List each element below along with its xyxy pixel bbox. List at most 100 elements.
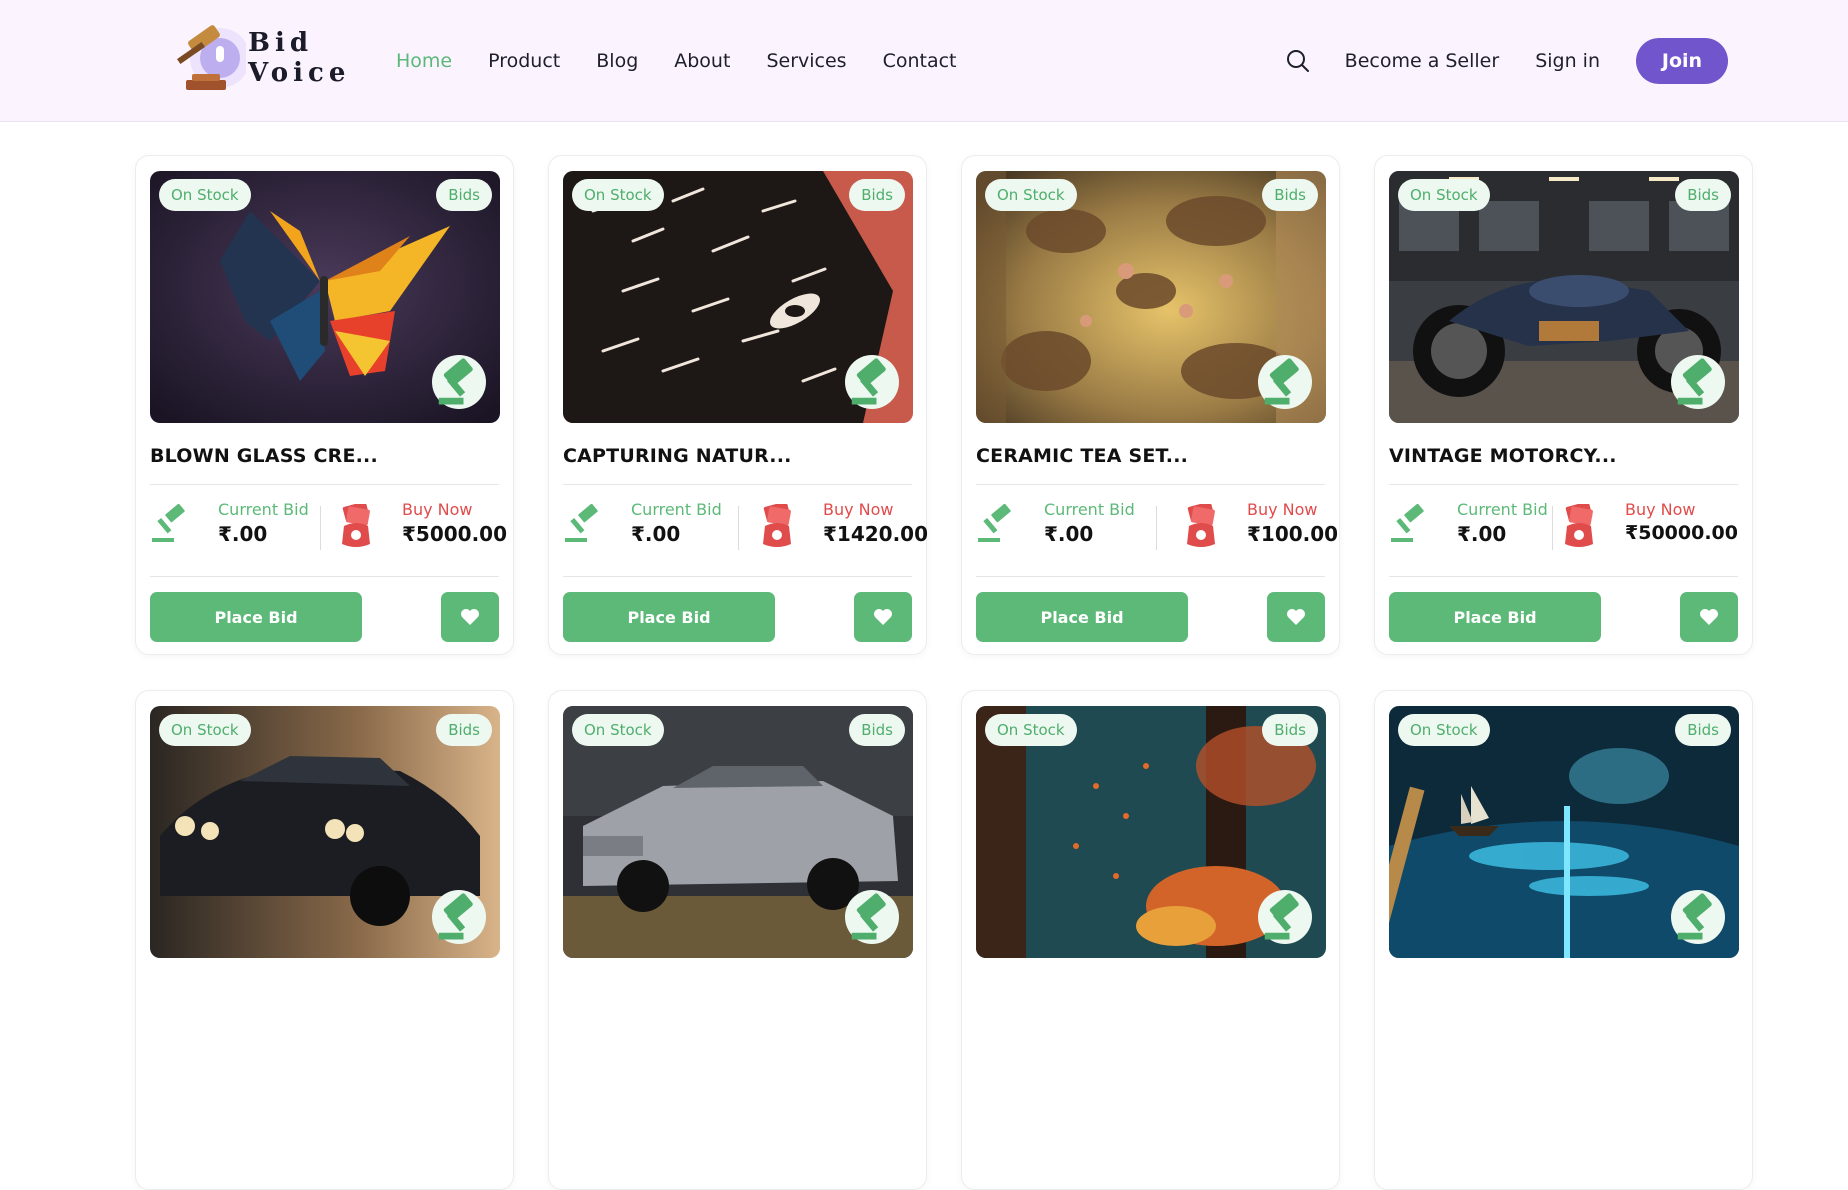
header-actions: Become a Seller Sign in Join: [1285, 0, 1848, 122]
price-separator: [1156, 506, 1157, 550]
wishlist-button[interactable]: [441, 592, 499, 642]
gavel-icon: [978, 504, 1011, 542]
buy-now-label: Buy Now: [823, 500, 894, 519]
place-bid-button[interactable]: Place Bid: [563, 592, 775, 642]
divider: [563, 484, 912, 485]
bids-badge: Bids: [1262, 179, 1318, 211]
buy-now-value: ₹1420.00: [823, 522, 929, 546]
logo-text-bottom: Voice: [248, 58, 351, 88]
on-stock-badge: On Stock: [572, 714, 664, 746]
quick-bid-button[interactable]: [1258, 890, 1312, 944]
product-title[interactable]: BLOWN GLASS CRE...: [150, 445, 378, 467]
divider: [1389, 484, 1738, 485]
bids-badge: Bids: [849, 714, 905, 746]
price-row: Current Bid ₹.00 Buy Now ₹100.00: [976, 500, 1338, 558]
product-image[interactable]: On Stock Bids: [150, 171, 500, 423]
site-header: Bid Voice Home Product Blog About Servic…: [0, 0, 1848, 122]
product-image[interactable]: On Stock Bids: [976, 171, 1326, 423]
buy-now-value: ₹5000.00: [402, 522, 508, 546]
product-card[interactable]: On Stock Bids CERAMIC TEA SET... Current…: [961, 155, 1340, 655]
heart-icon: [461, 609, 479, 625]
logo-text-top: Bid: [248, 28, 314, 58]
current-bid-value: ₹.00: [218, 522, 268, 546]
product-card[interactable]: On Stock Bids: [135, 690, 514, 1190]
heart-icon: [1287, 609, 1305, 625]
current-bid-value: ₹.00: [631, 522, 681, 546]
on-stock-badge: On Stock: [985, 714, 1077, 746]
quick-bid-button[interactable]: [845, 890, 899, 944]
product-card[interactable]: On Stock Bids CAPTURING NATUR... Current…: [548, 155, 928, 655]
bids-badge: Bids: [849, 179, 905, 211]
nav-product[interactable]: Product: [488, 50, 560, 72]
wishlist-button[interactable]: [1267, 592, 1325, 642]
nav-contact[interactable]: Contact: [883, 50, 957, 72]
product-card[interactable]: On Stock Bids: [548, 690, 927, 1190]
bids-badge: Bids: [436, 179, 492, 211]
current-bid-label: Current Bid: [631, 500, 722, 519]
nav-services[interactable]: Services: [766, 50, 846, 72]
price-row: Current Bid ₹.00 Buy Now ₹1420.00: [563, 500, 928, 558]
main-nav: Home Product Blog About Services Contact: [396, 0, 992, 122]
product-card[interactable]: On Stock Bids VINTAGE MOTORCY... Current…: [1374, 155, 1753, 655]
become-seller-link[interactable]: Become a Seller: [1345, 50, 1500, 72]
wishlist-button[interactable]: [1680, 592, 1738, 642]
product-image[interactable]: On Stock Bids: [150, 706, 500, 958]
money-bag-icon: [1187, 504, 1215, 547]
quick-bid-button[interactable]: [845, 355, 899, 409]
on-stock-badge: On Stock: [1398, 714, 1490, 746]
bids-badge: Bids: [436, 714, 492, 746]
gavel-icon: [1677, 893, 1712, 940]
wishlist-button[interactable]: [854, 592, 912, 642]
bids-badge: Bids: [1675, 179, 1731, 211]
gavel-icon: [1264, 893, 1299, 940]
buy-now-label: Buy Now: [1625, 500, 1696, 519]
product-image[interactable]: On Stock Bids: [563, 171, 913, 423]
divider: [976, 576, 1325, 577]
quick-bid-button[interactable]: [432, 890, 486, 944]
search-icon[interactable]: [1285, 48, 1311, 74]
buy-now-value: ₹50000.00: [1625, 522, 1738, 544]
sign-in-link[interactable]: Sign in: [1535, 50, 1600, 72]
place-bid-button[interactable]: Place Bid: [150, 592, 362, 642]
on-stock-badge: On Stock: [1398, 179, 1490, 211]
quick-bid-button[interactable]: [1671, 890, 1725, 944]
product-card[interactable]: On Stock Bids: [1374, 690, 1753, 1190]
money-bag-icon: [1565, 504, 1593, 547]
join-button[interactable]: Join: [1636, 38, 1728, 84]
gavel-icon: [152, 504, 185, 542]
product-title[interactable]: CAPTURING NATUR...: [563, 445, 792, 467]
product-card[interactable]: On Stock Bids: [961, 690, 1340, 1190]
quick-bid-button[interactable]: [1671, 355, 1725, 409]
heart-icon: [1700, 609, 1718, 625]
place-bid-button[interactable]: Place Bid: [1389, 592, 1601, 642]
place-bid-button[interactable]: Place Bid: [976, 592, 1188, 642]
nav-blog[interactable]: Blog: [596, 50, 638, 72]
product-image[interactable]: On Stock Bids: [1389, 706, 1739, 958]
gavel-icon: [438, 358, 473, 405]
current-bid-label: Current Bid: [218, 500, 309, 519]
product-image[interactable]: On Stock Bids: [563, 706, 913, 958]
quick-bid-button[interactable]: [432, 355, 486, 409]
site-logo[interactable]: Bid Voice: [166, 24, 345, 98]
divider: [150, 484, 499, 485]
price-separator: [1552, 506, 1553, 550]
on-stock-badge: On Stock: [985, 179, 1077, 211]
divider: [976, 484, 1325, 485]
product-card[interactable]: On Stock Bids BLOWN GLASS CRE... Current…: [135, 155, 514, 655]
quick-bid-button[interactable]: [1258, 355, 1312, 409]
product-image[interactable]: On Stock Bids: [1389, 171, 1739, 423]
divider: [150, 576, 499, 577]
price-row: Current Bid ₹.00 Buy Now ₹50000.00: [1389, 500, 1738, 558]
product-title[interactable]: VINTAGE MOTORCY...: [1389, 445, 1617, 467]
product-image[interactable]: On Stock Bids: [976, 706, 1326, 958]
on-stock-badge: On Stock: [159, 714, 251, 746]
price-separator: [738, 506, 739, 550]
nav-home[interactable]: Home: [396, 50, 452, 72]
price-separator: [320, 506, 321, 550]
current-bid-value: ₹.00: [1044, 522, 1094, 546]
gavel-icon: [565, 504, 598, 542]
product-title[interactable]: CERAMIC TEA SET...: [976, 445, 1188, 467]
nav-about[interactable]: About: [674, 50, 730, 72]
gavel-icon: [1391, 504, 1424, 542]
gavel-icon: [1677, 358, 1712, 405]
